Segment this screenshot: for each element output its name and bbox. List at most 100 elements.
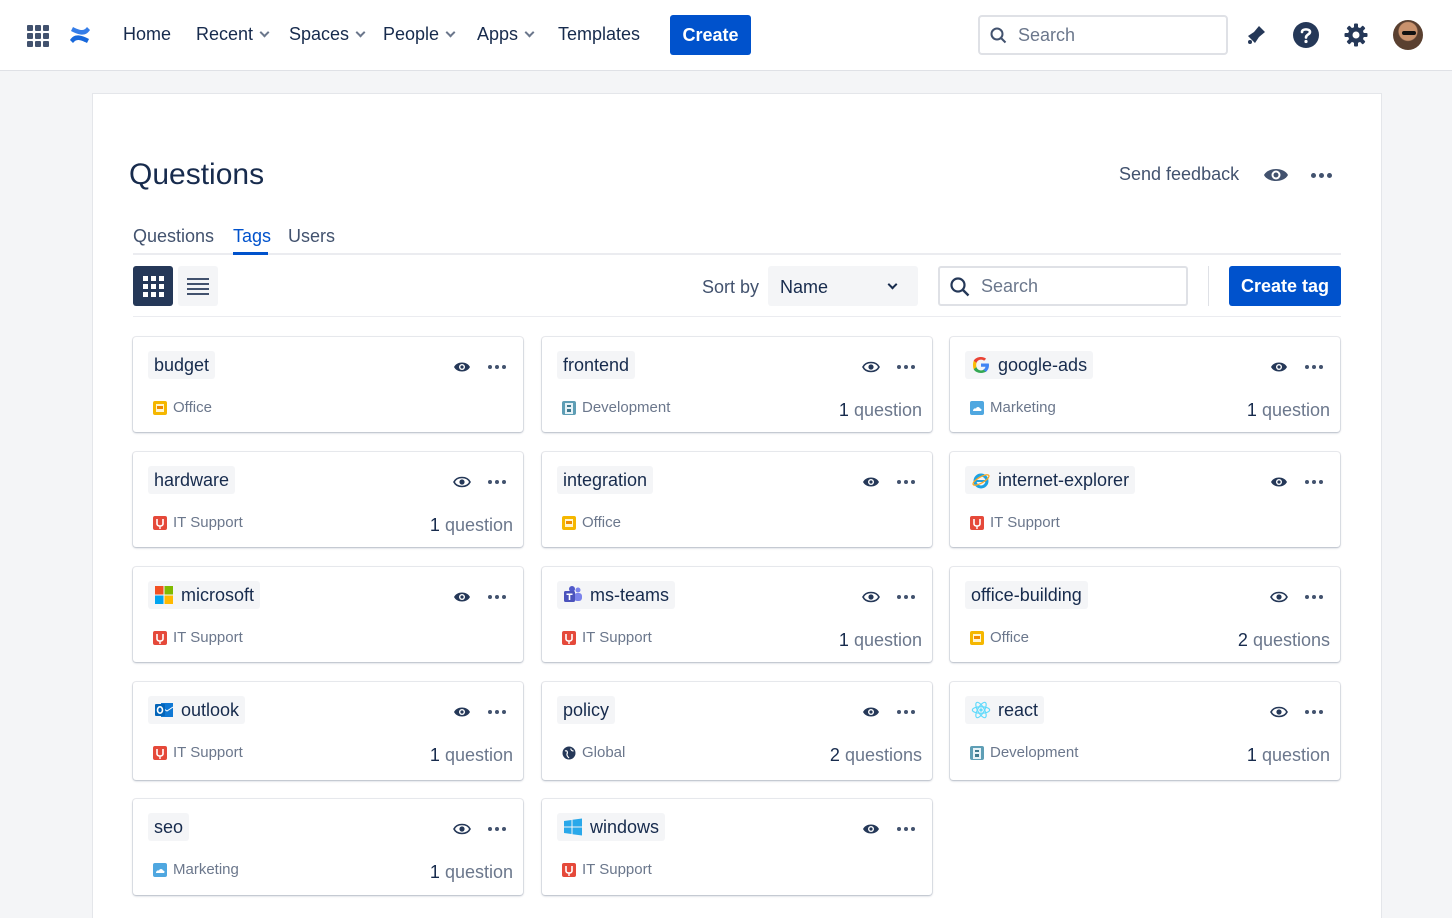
more-actions-icon[interactable] [485, 701, 509, 723]
nav-people[interactable]: People [383, 24, 456, 45]
more-actions-icon[interactable] [894, 471, 918, 493]
create-tag-button[interactable]: Create tag [1229, 266, 1341, 306]
tab-tags[interactable]: Tags [233, 226, 271, 247]
confluence-logo-icon[interactable] [67, 22, 93, 48]
space-office-icon [970, 630, 984, 645]
create-button[interactable]: Create [670, 15, 751, 55]
question-count[interactable]: 1 question [839, 630, 922, 651]
watch-eye-icon[interactable] [450, 586, 474, 608]
more-actions-icon[interactable] [1302, 701, 1326, 723]
tag-chip[interactable]: outlook [148, 696, 246, 724]
tag-name: microsoft [181, 584, 255, 605]
watch-eye-icon[interactable] [450, 818, 474, 840]
space-link[interactable]: Office [153, 399, 212, 416]
notifications-icon[interactable] [1241, 20, 1271, 50]
more-actions-icon[interactable] [485, 586, 509, 608]
more-actions-icon[interactable] [485, 471, 509, 493]
global-search[interactable] [978, 15, 1228, 55]
watch-eye-icon[interactable] [859, 701, 883, 723]
tag-chip[interactable]: policy [557, 696, 616, 724]
more-actions-icon[interactable] [485, 356, 509, 378]
question-count[interactable]: 1 question [1247, 400, 1330, 421]
space-link[interactable]: IT Support [153, 629, 243, 646]
nav-home[interactable]: Home [123, 24, 171, 45]
tag-name: react [998, 699, 1039, 720]
send-feedback-link[interactable]: Send feedback [1119, 164, 1239, 185]
settings-icon[interactable] [1341, 20, 1371, 50]
tag-chip[interactable]: integration [557, 466, 654, 494]
question-count[interactable]: 1 question [430, 515, 513, 536]
tag-chip[interactable]: frontend [557, 351, 636, 379]
space-link[interactable]: Marketing [970, 399, 1056, 416]
more-actions-icon[interactable] [894, 356, 918, 378]
more-actions-icon[interactable] [485, 818, 509, 840]
tag-search[interactable] [938, 266, 1188, 306]
tag-chip[interactable]: react [965, 696, 1045, 724]
space-link[interactable]: IT Support [562, 861, 652, 878]
nav-spaces[interactable]: Spaces [289, 24, 366, 45]
space-link[interactable]: IT Support [562, 629, 652, 646]
watch-eye-icon[interactable] [450, 701, 474, 723]
space-name: IT Support [582, 861, 652, 878]
sort-select[interactable]: Name [768, 266, 918, 306]
watch-eye-icon[interactable] [1267, 356, 1291, 378]
space-link[interactable]: IT Support [970, 514, 1060, 531]
space-global-icon [562, 746, 576, 760]
watch-eye-icon[interactable] [859, 586, 883, 608]
question-count[interactable]: 1 question [839, 400, 922, 421]
tag-chip[interactable]: seo [148, 813, 190, 841]
space-link[interactable]: Marketing [153, 861, 239, 878]
more-actions-icon[interactable] [1302, 471, 1326, 493]
question-count[interactable]: 1 question [430, 862, 513, 883]
question-count[interactable]: 1 question [430, 745, 513, 766]
watch-eye-icon[interactable] [450, 356, 474, 378]
tab-users[interactable]: Users [288, 226, 335, 247]
tag-chip[interactable]: microsoft [148, 581, 261, 609]
watch-eye-icon[interactable] [859, 356, 883, 378]
watch-eye-icon[interactable] [450, 471, 474, 493]
tag-search-input[interactable] [981, 275, 1176, 297]
space-link[interactable]: IT Support [153, 514, 243, 531]
space-link[interactable]: Office [970, 629, 1029, 646]
global-search-input[interactable] [1018, 24, 1218, 46]
space-name: Office [582, 514, 621, 531]
tag-chip[interactable]: budget [148, 351, 216, 379]
tag-chip[interactable]: hardware [148, 466, 236, 494]
question-count[interactable]: 2 questions [830, 745, 922, 766]
app-switcher-icon[interactable] [27, 25, 49, 47]
space-link[interactable]: Office [562, 514, 621, 531]
space-link[interactable]: IT Support [153, 744, 243, 761]
nav-templates[interactable]: Templates [558, 24, 640, 45]
chevron-down-icon [524, 27, 535, 38]
tag-chip[interactable]: google-ads [965, 351, 1094, 379]
tag-chip[interactable]: windows [557, 813, 666, 841]
watch-eye-icon[interactable] [1262, 161, 1290, 189]
tag-chip[interactable]: ms-teams [557, 581, 676, 609]
question-count[interactable]: 1 question [1247, 745, 1330, 766]
more-actions-icon[interactable] [894, 586, 918, 608]
more-actions-icon[interactable] [894, 818, 918, 840]
more-actions-icon[interactable] [894, 701, 918, 723]
space-link[interactable]: Global [562, 744, 625, 761]
user-avatar[interactable] [1393, 20, 1423, 50]
list-view-toggle[interactable] [178, 266, 218, 306]
tab-questions[interactable]: Questions [133, 226, 214, 247]
watch-eye-icon[interactable] [1267, 701, 1291, 723]
watch-eye-icon[interactable] [1267, 586, 1291, 608]
watch-eye-icon[interactable] [859, 818, 883, 840]
nav-apps[interactable]: Apps [477, 24, 535, 45]
question-count[interactable]: 2 questions [1238, 630, 1330, 651]
tag-chip[interactable]: office-building [965, 581, 1088, 609]
more-actions-icon[interactable] [1306, 161, 1336, 189]
watch-eye-icon[interactable] [859, 471, 883, 493]
watch-eye-icon[interactable] [1267, 471, 1291, 493]
space-link[interactable]: Development [562, 399, 670, 416]
space-name: IT Support [582, 629, 652, 646]
more-actions-icon[interactable] [1302, 586, 1326, 608]
space-link[interactable]: Development [970, 744, 1078, 761]
help-icon[interactable] [1291, 20, 1321, 50]
tag-chip[interactable]: internet-explorer [965, 466, 1136, 494]
grid-view-toggle[interactable] [133, 266, 173, 306]
more-actions-icon[interactable] [1302, 356, 1326, 378]
nav-recent[interactable]: Recent [196, 24, 270, 45]
